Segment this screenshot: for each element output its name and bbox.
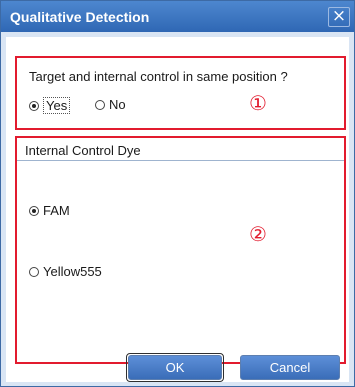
radio-unchecked-icon	[29, 266, 39, 277]
internal-control-dye-title: Internal Control Dye	[25, 143, 141, 158]
same-position-question: Target and internal control in same posi…	[29, 69, 288, 84]
close-button[interactable]: ×	[328, 7, 350, 27]
close-icon: ×	[331, 6, 347, 26]
radio-yellow555[interactable]: Yellow555	[29, 264, 102, 279]
radio-yes-label: Yes	[43, 97, 71, 114]
radio-checked-icon	[29, 100, 39, 111]
same-position-section: Target and internal control in same posi…	[15, 56, 346, 130]
radio-checked-icon	[29, 205, 39, 216]
annotation-marker-1: ①	[249, 91, 267, 115]
internal-control-dye-section: Internal Control Dye FAM Yellow555 ②	[15, 136, 346, 364]
radio-no[interactable]: No	[95, 97, 126, 112]
ok-button[interactable]: OK	[126, 353, 224, 382]
qualitative-detection-dialog: Qualitative Detection × Target and inter…	[0, 0, 355, 387]
dialog-title: Qualitative Detection	[10, 9, 150, 25]
dialog-body: Target and internal control in same posi…	[6, 37, 349, 382]
radio-fam-label: FAM	[43, 203, 70, 218]
radio-fam[interactable]: FAM	[29, 203, 70, 218]
cancel-button[interactable]: Cancel	[240, 355, 340, 380]
radio-yellow555-label: Yellow555	[43, 264, 102, 279]
radio-no-label: No	[109, 97, 126, 112]
radio-yes[interactable]: Yes	[29, 97, 71, 114]
radio-unchecked-icon	[95, 99, 105, 110]
title-bar[interactable]: Qualitative Detection ×	[1, 1, 354, 32]
annotation-marker-2: ②	[249, 222, 267, 246]
section-header: Internal Control Dye	[17, 138, 344, 161]
